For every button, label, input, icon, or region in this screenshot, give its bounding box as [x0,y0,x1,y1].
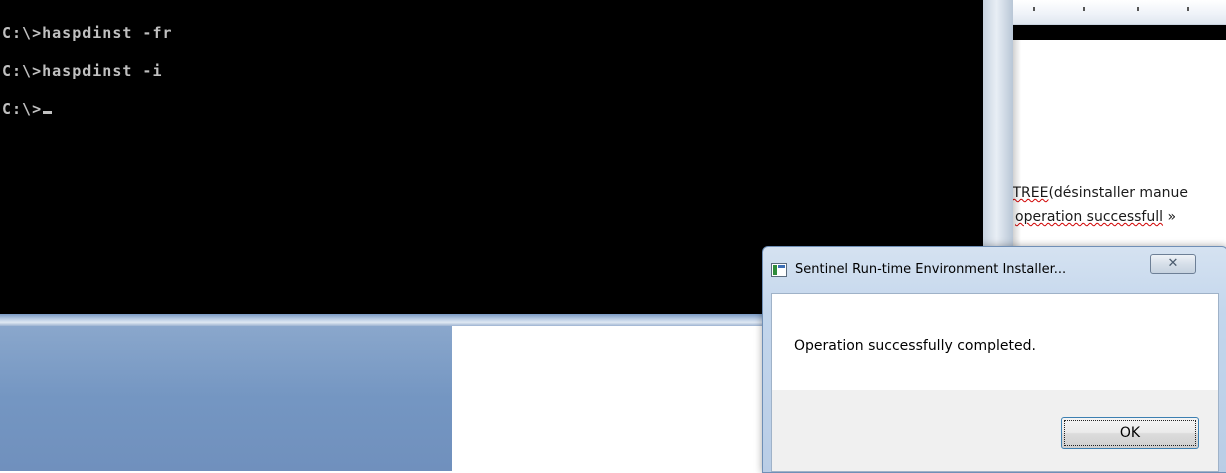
installer-dialog[interactable]: Sentinel Run-time Environment Installer.… [762,246,1226,473]
document-text-line-1[interactable]: NTREE(désinstaller manue [1013,185,1188,201]
ok-button-label: OK [1064,420,1196,446]
console-line-3: C:\> [2,100,43,118]
dialog-message: Operation successfully completed. [794,338,1036,354]
dialog-title: Sentinel Run-time Environment Installer.… [795,262,1067,277]
document-ruler [1013,0,1226,25]
close-icon: ✕ [1167,256,1179,271]
console-prompt[interactable]: C:\> [2,100,53,118]
ruler-tick [1033,7,1035,11]
background-white-area [452,326,762,471]
ok-button[interactable]: OK [1061,417,1199,449]
ruler-tick [1083,7,1085,11]
app-icon [771,263,787,277]
text-cursor [43,111,53,114]
close-button[interactable]: ✕ [1150,254,1196,274]
console-line-2: C:\>haspdinst -i [2,62,163,80]
dialog-body: Operation successfully completed. [771,293,1219,390]
document-text-line-2[interactable]: operation successfull » [1015,209,1176,225]
ruler-tick [1137,7,1139,11]
dialog-titlebar[interactable]: Sentinel Run-time Environment Installer.… [763,247,1226,291]
document-text-fragment: » [1163,209,1177,225]
console-line-1: C:\>haspdinst -fr [2,24,173,42]
document-toolbar-strip [1013,25,1226,40]
dialog-footer: OK [771,390,1219,472]
misspelled-phrase: operation successfull [1015,209,1164,225]
background-window-panel [0,326,452,471]
ruler-tick [1187,7,1189,11]
document-text-fragment: (désinstaller manue [1048,185,1189,201]
